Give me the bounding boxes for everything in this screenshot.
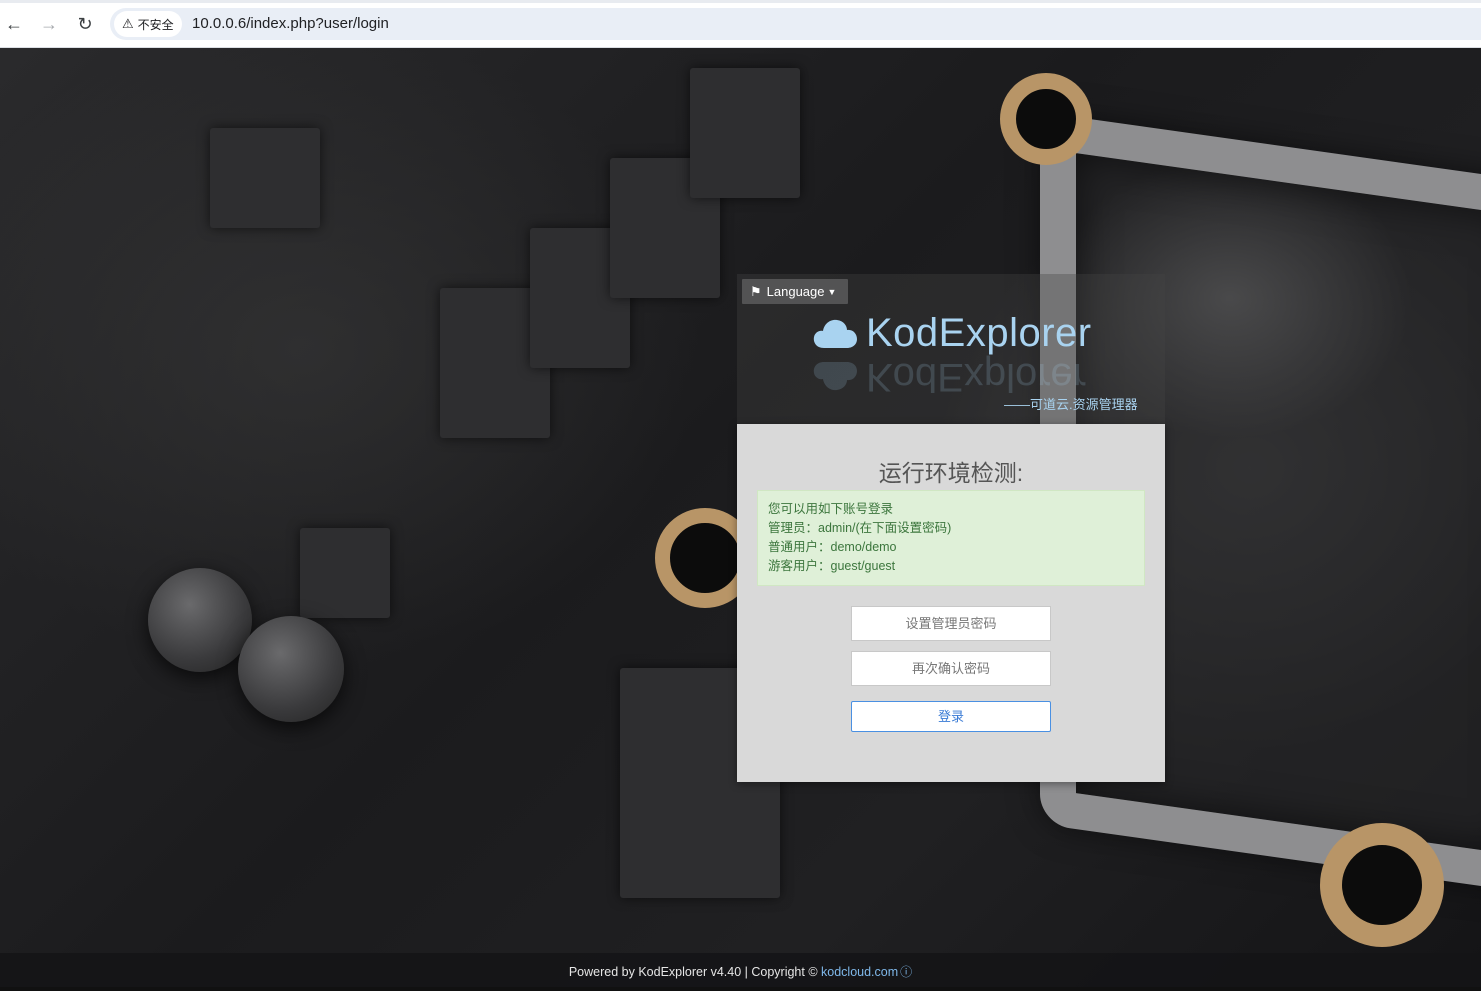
notice-line: 普通用户：demo/demo — [768, 540, 897, 554]
account-notice: 您可以用如下账号登录 管理员：admin/(在下面设置密码) 普通用户：demo… — [757, 490, 1145, 586]
flag-icon: ⚑ — [750, 283, 762, 299]
browser-toolbar: ← → ↻ ⚠ 不安全 10.0.0.6/index.php?user/logi… — [0, 0, 1481, 48]
security-label: 不安全 — [137, 17, 174, 32]
cloud-icon — [813, 362, 857, 391]
footer-powered-text: Powered by KodExplorer v4.40 | Copyright… — [568, 965, 822, 979]
cloud-icon — [813, 319, 857, 348]
forward-arrow-icon[interactable]: → — [37, 12, 61, 36]
back-arrow-icon[interactable]: ← — [2, 12, 26, 36]
confirm-password-input[interactable] — [851, 651, 1051, 686]
notice-line: 您可以用如下账号登录 — [768, 502, 894, 516]
background-chip — [210, 128, 320, 228]
app-name-reflection: KodExplorer — [866, 355, 1087, 400]
app-logo: KodExplorer — [812, 308, 1092, 358]
env-check-title: 运行环境检测: — [878, 460, 1024, 486]
background-mount-ring — [1320, 823, 1444, 947]
background-mount-ring — [1000, 73, 1092, 165]
background-capacitor — [238, 616, 344, 722]
language-dropdown[interactable]: ⚑ Language ▼ — [742, 279, 848, 304]
app-subtitle: ——可道云.资源管理器 — [1004, 397, 1138, 412]
footer-link[interactable]: kodcloud.com — [821, 965, 898, 979]
admin-password-input[interactable] — [851, 606, 1051, 641]
background-chip — [690, 68, 800, 198]
security-chip[interactable]: ⚠ 不安全 — [114, 11, 182, 37]
login-panel: 运行环境检测: 您可以用如下账号登录 管理员：admin/(在下面设置密码) 普… — [737, 424, 1165, 782]
login-button[interactable]: 登录 — [851, 701, 1051, 732]
notice-line: 管理员：admin/(在下面设置密码) — [768, 521, 952, 535]
language-label: Language — [766, 284, 825, 299]
warning-triangle-icon: ⚠ — [122, 16, 134, 31]
notice-line: 游客用户：guest/guest — [768, 559, 896, 573]
address-bar[interactable]: ⚠ 不安全 10.0.0.6/index.php?user/login — [110, 8, 1481, 40]
background-capacitor — [148, 568, 252, 672]
app-name: KodExplorer — [866, 310, 1092, 355]
page-footer: Powered by KodExplorer v4.40 | Copyright… — [0, 953, 1481, 987]
tab-strip-edge — [0, 0, 1481, 3]
info-icon[interactable]: ⓘ — [900, 965, 912, 979]
reload-icon[interactable]: ↻ — [73, 12, 97, 36]
url-text[interactable]: 10.0.0.6/index.php?user/login — [192, 15, 389, 32]
caret-down-icon: ▼ — [827, 286, 837, 297]
background-chip — [300, 528, 390, 618]
